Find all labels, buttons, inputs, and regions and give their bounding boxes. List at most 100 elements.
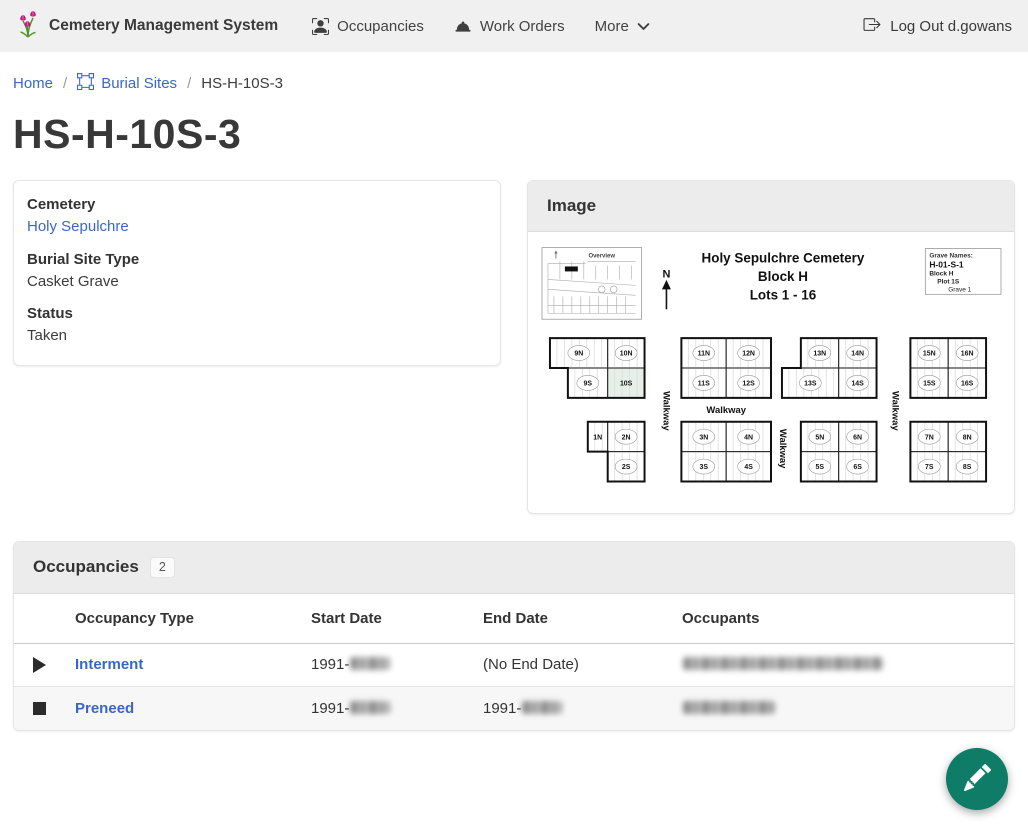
burial-site-details-card: Cemetery Holy Sepulchre Burial Site Type… — [13, 180, 501, 366]
table-header-row: Occupancy Type Start Date End Date Occup… — [14, 594, 1014, 644]
nav-item-more[interactable]: More — [595, 18, 650, 35]
svg-text:6S: 6S — [853, 464, 862, 471]
field-status: Status Taken — [27, 305, 487, 344]
occupancies-panel: Occupancies 2 Occupancy Type Start Date … — [13, 541, 1015, 731]
svg-text:Plot 1S: Plot 1S — [937, 278, 960, 285]
svg-text:N: N — [662, 268, 670, 280]
person-bounding-box-icon — [312, 18, 329, 35]
edit-fab-button[interactable] — [946, 748, 1008, 810]
play-icon — [33, 657, 46, 673]
field-value: Casket Grave — [27, 273, 487, 290]
svg-text:Lots 1 - 16: Lots 1 - 16 — [750, 287, 816, 302]
svg-text:6N: 6N — [853, 434, 862, 441]
svg-text:1N: 1N — [593, 434, 602, 441]
navbar: Cemetery Management System Occupancies W… — [0, 0, 1028, 52]
chevron-down-icon — [637, 20, 650, 33]
occupancy-interment-link[interactable]: Interment — [75, 656, 143, 673]
col-end-date: End Date — [483, 610, 682, 627]
image-card-header: Image — [528, 181, 1014, 232]
start-date-value: 1991- — [311, 700, 483, 717]
nav-item-work-orders[interactable]: Work Orders — [454, 18, 565, 35]
svg-text:3S: 3S — [700, 464, 709, 471]
svg-text:10S: 10S — [620, 381, 633, 388]
breadcrumb-separator: / — [187, 75, 191, 92]
svg-text:Walkway: Walkway — [777, 429, 788, 469]
svg-text:16N: 16N — [961, 351, 974, 358]
redacted-text — [683, 657, 883, 670]
nav-item-occupancies[interactable]: Occupancies — [312, 18, 424, 35]
svg-text:3N: 3N — [699, 434, 708, 441]
svg-text:11N: 11N — [698, 351, 710, 358]
col-occupants: Occupants — [682, 610, 1014, 627]
svg-text:14S: 14S — [851, 381, 864, 388]
svg-text:7S: 7S — [925, 464, 934, 471]
bounding-box-icon — [77, 73, 94, 94]
svg-text:9S: 9S — [584, 381, 593, 388]
svg-text:12N: 12N — [742, 351, 755, 358]
breadcrumb-home[interactable]: Home — [13, 75, 53, 92]
breadcrumb-current: HS-H-10S-3 — [201, 75, 283, 92]
hard-hat-icon — [454, 18, 472, 35]
logout-label: Log Out d.gowans — [890, 18, 1012, 35]
field-label: Burial Site Type — [27, 251, 487, 268]
svg-text:Holy Sepulchre Cemetery: Holy Sepulchre Cemetery — [702, 250, 865, 265]
svg-text:7N: 7N — [925, 434, 934, 441]
svg-text:Walkway: Walkway — [706, 405, 746, 416]
svg-text:H-01-S-1: H-01-S-1 — [929, 259, 964, 269]
svg-text:Grave Names:: Grave Names: — [929, 252, 973, 259]
svg-text:12S: 12S — [742, 381, 755, 388]
occupancies-count-badge: 2 — [150, 557, 175, 578]
redacted-text — [522, 701, 562, 714]
nav-label: More — [595, 18, 629, 35]
occupancy-preneed-link[interactable]: Preneed — [75, 700, 134, 717]
breadcrumb: Home / Burial Sites / HS-H-10S-3 — [0, 52, 1028, 94]
occupancies-header: Occupancies 2 — [14, 542, 1014, 594]
svg-text:14N: 14N — [851, 351, 864, 358]
pencil-icon — [964, 764, 991, 794]
logout-button[interactable]: Log Out d.gowans — [863, 16, 1012, 37]
brand[interactable]: Cemetery Management System — [16, 10, 278, 43]
svg-text:10N: 10N — [620, 351, 633, 358]
end-date-value: 1991- — [483, 700, 682, 717]
field-value: Taken — [27, 327, 487, 344]
svg-text:2N: 2N — [622, 434, 631, 441]
cemetery-link[interactable]: Holy Sepulchre — [27, 218, 129, 235]
nav-label: Work Orders — [480, 18, 565, 35]
col-occupancy-type: Occupancy Type — [75, 610, 311, 627]
start-date-value: 1991- — [311, 656, 483, 673]
svg-text:4S: 4S — [744, 464, 753, 471]
svg-text:Block H: Block H — [758, 269, 808, 284]
svg-text:Walkway: Walkway — [660, 391, 671, 431]
redacted-text — [350, 657, 390, 670]
svg-text:Walkway: Walkway — [889, 391, 900, 431]
table-row: Interment 1991- (No End Date) — [14, 644, 1014, 687]
image-card: Image OverviewNHoly Sepulchre CemeteryBl… — [527, 180, 1015, 514]
page-title: HS-H-10S-3 — [0, 94, 1028, 158]
stop-icon — [33, 702, 46, 715]
cemetery-plot-map: OverviewNHoly Sepulchre CemeteryBlock HL… — [540, 241, 1002, 501]
svg-text:8N: 8N — [963, 434, 972, 441]
svg-text:Block H: Block H — [929, 270, 953, 277]
breadcrumb-burial-sites[interactable]: Burial Sites — [77, 73, 177, 94]
occupancies-title: Occupancies — [33, 557, 139, 577]
occupants-value — [682, 700, 1014, 717]
nav-label: Occupancies — [337, 18, 424, 35]
plot-map-image[interactable]: OverviewNHoly Sepulchre CemeteryBlock HL… — [528, 232, 1014, 513]
end-date-value: (No End Date) — [483, 656, 682, 673]
svg-text:Grave 1: Grave 1 — [948, 286, 971, 293]
svg-text:5N: 5N — [815, 434, 824, 441]
occupants-value — [682, 656, 1014, 673]
svg-text:16S: 16S — [961, 381, 974, 388]
svg-text:2S: 2S — [622, 464, 631, 471]
app-title: Cemetery Management System — [49, 17, 278, 35]
field-burial-site-type: Burial Site Type Casket Grave — [27, 251, 487, 290]
svg-text:5S: 5S — [816, 464, 825, 471]
svg-text:9N: 9N — [574, 351, 583, 358]
tulip-logo-icon — [16, 10, 40, 43]
table-row: Preneed 1991- 1991- — [14, 687, 1014, 730]
logout-icon — [863, 16, 881, 37]
svg-text:15S: 15S — [923, 381, 936, 388]
breadcrumb-separator: / — [63, 75, 67, 92]
col-start-date: Start Date — [311, 610, 483, 627]
field-label: Status — [27, 305, 487, 322]
